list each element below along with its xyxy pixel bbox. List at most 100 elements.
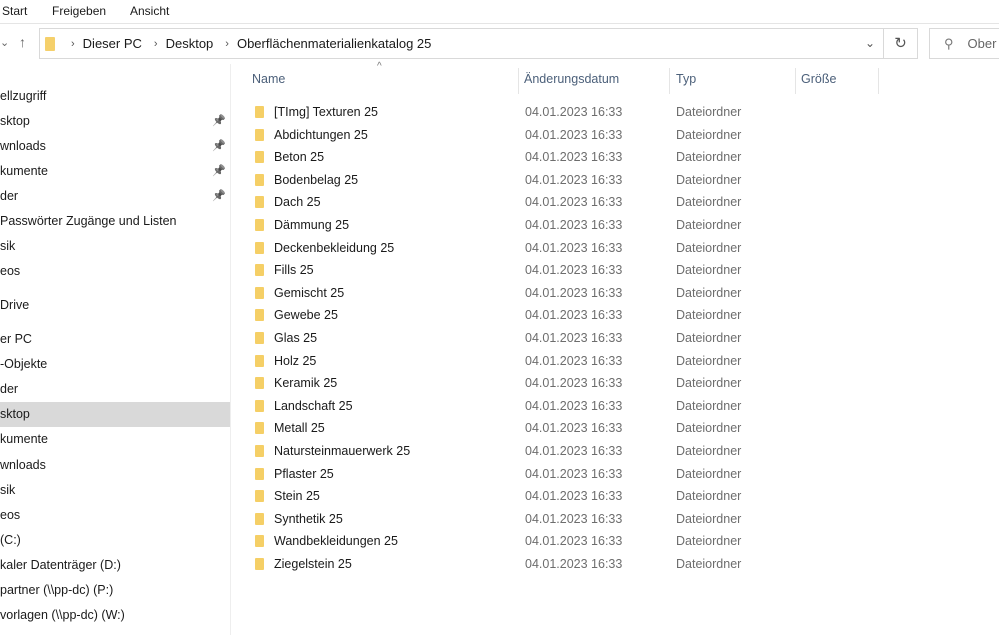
breadcrumb-dieser-pc[interactable]: Dieser PC xyxy=(83,36,142,51)
sidebar-item[interactable]: sktop xyxy=(0,402,230,427)
folder-icon xyxy=(255,422,264,435)
file-type: Dateiordner xyxy=(676,331,742,345)
sidebar-item-label: der xyxy=(0,382,19,396)
file-type: Dateiordner xyxy=(676,263,742,278)
file-type: Dateiordner xyxy=(676,285,742,300)
folder-icon xyxy=(255,196,264,209)
file-row[interactable]: Holz 25 04.01.2023 16:33 Dateiordner xyxy=(232,350,999,372)
file-row[interactable]: Gemischt 25 04.01.2023 16:33 Dateiordner xyxy=(232,282,999,304)
file-name: Wandbekleidungen 25 xyxy=(274,534,398,549)
tab-start[interactable]: Start xyxy=(2,4,27,18)
file-type: Dateiordner xyxy=(676,172,742,187)
file-type: Dateiordner xyxy=(676,150,742,165)
file-row[interactable]: Pflaster 25 04.01.2023 16:33 Dateiordner xyxy=(232,463,999,485)
sidebar-item[interactable]: wnloads 📌 xyxy=(0,134,230,159)
sidebar-item[interactable]: wnloads xyxy=(0,453,230,478)
up-arrow-icon[interactable]: ↑ xyxy=(19,34,26,50)
sidebar-item-label: sktop xyxy=(0,407,30,421)
chevron-right-icon[interactable]: › xyxy=(225,38,229,50)
column-divider[interactable] xyxy=(795,68,796,94)
folder-icon xyxy=(255,377,264,390)
pin-icon[interactable]: 📌 xyxy=(212,134,226,159)
file-row[interactable]: Ziegelstein 25 04.01.2023 16:33 Dateiordne… xyxy=(232,553,999,575)
sidebar-item[interactable]: der 📌 xyxy=(0,184,230,209)
file-row[interactable]: Stein 25 04.01.2023 16:33 Dateiordner xyxy=(232,485,999,507)
file-type: Dateiordner xyxy=(676,444,742,458)
sidebar-item[interactable]: sktop 📌 xyxy=(0,109,230,134)
folder-icon xyxy=(255,467,264,480)
sidebar-item[interactable]: eos xyxy=(0,503,230,528)
breadcrumb-current-folder[interactable]: Oberflächenmaterialienkatalog 25 xyxy=(237,36,431,51)
pin-icon[interactable]: 📌 xyxy=(212,184,226,209)
column-date[interactable]: Änderungsdatum xyxy=(524,72,619,86)
column-divider[interactable] xyxy=(518,68,519,94)
sidebar-item[interactable]: kumente 📌 xyxy=(0,159,230,184)
file-row[interactable]: Wandbekleidungen 25 04.01.2023 16:33 Datei… xyxy=(232,530,999,552)
file-row[interactable]: Beton 25 04.01.2023 16:33 Dateiordner xyxy=(232,146,999,168)
file-type: Dateiordner xyxy=(676,557,742,571)
file-type: Dateiordner xyxy=(676,466,742,481)
file-name: Glas 25 xyxy=(274,331,318,345)
chevron-right-icon[interactable]: › xyxy=(154,38,158,50)
file-row[interactable]: Fills 25 04.01.2023 16:33 Dateiordner xyxy=(232,259,999,281)
file-type: Dateiordner xyxy=(676,398,742,413)
sidebar-item[interactable]: -Objekte xyxy=(0,352,230,377)
file-type: Dateiordner xyxy=(676,240,742,255)
sidebar-item[interactable]: vorlagen (\\pp-dc) (W:) xyxy=(0,603,230,628)
file-row[interactable]: Keramik 25 04.01.2023 16:33 Dateiordner xyxy=(232,372,999,394)
navigation-pane: ellzugriff sktop 📌 wnloads 📌 kumente 📌 der 📌 Pass… xyxy=(0,64,231,635)
sidebar-item[interactable]: partner (\\pp-dc) (P:) xyxy=(0,578,230,603)
file-row[interactable]: Glas 25 04.01.2023 16:33 Dateiordner xyxy=(232,327,999,349)
chevron-down-icon[interactable]: ⌄ xyxy=(865,36,875,50)
chevron-right-icon[interactable]: › xyxy=(71,38,75,50)
sidebar-item[interactable]: eos xyxy=(0,259,230,284)
file-date: 04.01.2023 16:33 xyxy=(525,195,623,210)
column-header: ^ Name Änderungsdatum Typ Größe xyxy=(232,61,999,96)
refresh-icon[interactable]: ↻ xyxy=(883,29,917,58)
breadcrumb-desktop[interactable]: Desktop xyxy=(166,36,214,51)
pin-icon[interactable]: 📌 xyxy=(212,159,226,184)
column-type[interactable]: Typ xyxy=(676,72,696,86)
search-input[interactable]: ⚲ Ober xyxy=(929,28,999,59)
file-row[interactable]: Dämmung 25 04.01.2023 16:33 Dateiordner xyxy=(232,214,999,236)
file-row[interactable]: [TImg] Texturen 25 04.01.2023 16:33 Dateio… xyxy=(232,101,999,123)
sidebar-item-label: partner (\\pp-dc) (P:) xyxy=(0,583,114,597)
sidebar-item[interactable]: ellzugriff xyxy=(0,84,230,109)
column-size[interactable]: Größe xyxy=(801,72,836,86)
sidebar-item[interactable]: Drive xyxy=(0,293,230,318)
file-date: 04.01.2023 16:33 xyxy=(525,263,623,278)
file-date: 04.01.2023 16:33 xyxy=(525,150,623,165)
file-name: Ziegelstein 25 xyxy=(274,557,352,571)
file-row[interactable]: Metall 25 04.01.2023 16:33 Dateiordner xyxy=(232,417,999,439)
sidebar-item[interactable]: er PC xyxy=(0,327,230,352)
sidebar-item-label: -Objekte xyxy=(0,357,48,371)
sidebar-item[interactable]: der xyxy=(0,377,230,402)
folder-icon xyxy=(255,173,264,186)
sidebar-item-label: kumente xyxy=(0,164,48,178)
file-row[interactable]: Landschaft 25 04.01.2023 16:33 Dateiordner xyxy=(232,395,999,417)
file-row[interactable]: Natursteinmauerwerk 25 04.01.2023 16:33 Da… xyxy=(232,440,999,462)
sidebar-item[interactable]: sik xyxy=(0,478,230,503)
column-divider[interactable] xyxy=(878,68,879,94)
tab-freigeben[interactable]: Freigeben xyxy=(52,4,106,18)
sidebar-item[interactable]: sik xyxy=(0,234,230,259)
folder-icon xyxy=(255,332,264,344)
column-name[interactable]: Name xyxy=(252,72,285,86)
sidebar-item[interactable]: kaler Datenträger (D:) xyxy=(0,553,230,578)
file-row[interactable]: Bodenbelag 25 04.01.2023 16:33 Dateiordner xyxy=(232,169,999,191)
file-row[interactable]: Abdichtungen 25 04.01.2023 16:33 Dateiordn… xyxy=(232,124,999,146)
file-row[interactable]: Dach 25 04.01.2023 16:33 Dateiordner xyxy=(232,191,999,213)
file-row[interactable]: Gewebe 25 04.01.2023 16:33 Dateiordner xyxy=(232,304,999,326)
file-row[interactable]: Synthetik 25 04.01.2023 16:33 Dateiordner xyxy=(232,508,999,530)
column-divider[interactable] xyxy=(669,68,670,94)
sidebar-item[interactable]: kumente xyxy=(0,427,230,452)
sidebar-item[interactable]: Passwörter Zugänge und Listen xyxy=(0,209,230,234)
sort-ascending-icon: ^ xyxy=(377,61,382,72)
recent-locations-chevron-icon[interactable]: ⌄ xyxy=(0,36,9,49)
address-bar[interactable]: › Dieser PC › Desktop › Oberflächenmater… xyxy=(39,28,918,59)
pin-icon[interactable]: 📌 xyxy=(212,109,226,134)
file-row[interactable]: Deckenbekleidung 25 04.01.2023 16:33 Datei… xyxy=(232,237,999,259)
sidebar-item[interactable]: (C:) xyxy=(0,528,230,553)
file-date: 04.01.2023 16:33 xyxy=(525,376,623,391)
tab-ansicht[interactable]: Ansicht xyxy=(130,4,169,18)
